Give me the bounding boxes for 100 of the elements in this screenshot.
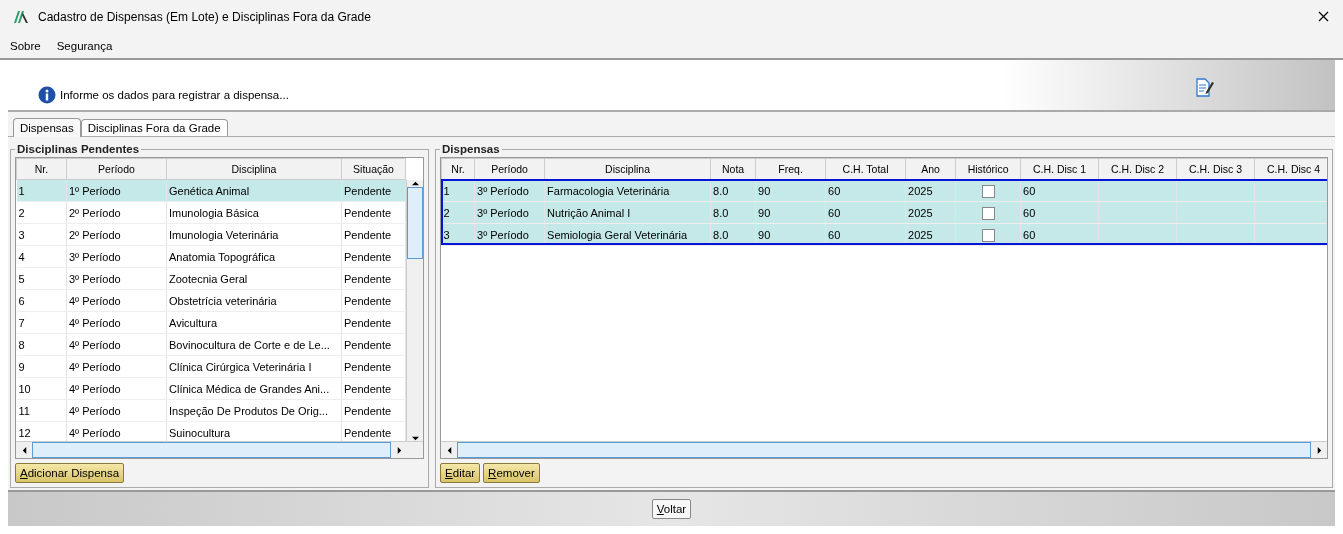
app-logo-icon — [14, 10, 28, 23]
remove-button[interactable]: Remover — [483, 463, 540, 484]
table-cell: Nutrição Animal I — [544, 201, 711, 224]
table-cell: 7 — [16, 311, 67, 334]
column-header[interactable]: Nota — [710, 158, 756, 180]
table-cell: Imunologia Veterinária — [166, 223, 342, 246]
checkbox[interactable] — [981, 206, 995, 220]
table-cell: 60 — [825, 179, 906, 202]
table-cell: 11 — [16, 399, 67, 422]
column-header[interactable]: C.H. Disc 2 — [1098, 158, 1177, 180]
menu-item[interactable]: Segurança — [56, 39, 113, 52]
table-cell: 2025 — [905, 201, 956, 224]
table-cell: 4º Período — [66, 399, 167, 422]
table-row[interactable]: 10 4º Período Clínica Médica de Grandes Ani... Pendente — [16, 377, 406, 400]
table-row[interactable]: 3 2º Período Imunologia Veterinária Pendente — [16, 223, 406, 246]
tab[interactable]: Disciplinas Fora da Grade — [80, 119, 228, 137]
table-row[interactable]: 1 3º Período Farmacologia Veterinária 8.0 90 60 2025 60 — [441, 179, 1327, 202]
horizontal-scrollbar[interactable] — [441, 441, 1327, 459]
table-cell: 4 — [16, 245, 67, 268]
table-cell: Pendente — [341, 289, 406, 312]
table-cell: Pendente — [341, 179, 406, 202]
column-header[interactable]: Nr. — [441, 158, 475, 180]
window-title: Cadastro de Dispensas (Em Lote) e Disciplinas Fora da Grade — [38, 9, 372, 24]
vertical-scrollbar[interactable] — [406, 180, 424, 443]
table-cell: 60 — [825, 223, 906, 246]
table-cell: 60 — [1020, 201, 1099, 224]
column-header[interactable]: C.H. Disc 3 — [1176, 158, 1255, 180]
table-cell: 3º Período — [66, 245, 167, 268]
table-row[interactable]: 1 1º Período Genética Animal Pendente — [16, 179, 406, 202]
table-row[interactable]: 2 3º Período Nutrição Animal I 8.0 90 60 2025 60 — [441, 201, 1327, 224]
table-cell: 9 — [16, 355, 67, 378]
column-header[interactable]: Disciplina — [166, 158, 342, 180]
table-cell: Clínica Médica de Grandes Ani... — [166, 377, 342, 400]
table-row[interactable]: 8 4º Período Bovinocultura de Corte e de Le... Pendente — [16, 333, 406, 356]
table-cell: 4º Período — [66, 377, 167, 400]
column-header[interactable]: Período — [474, 158, 545, 180]
panel-title: Dispensas — [441, 143, 501, 156]
table-cell: 4º Período — [66, 289, 167, 312]
table-cell: 1 — [441, 179, 475, 202]
table-cell: Pendente — [341, 311, 406, 334]
table-row[interactable]: 11 4º Período Inspeção De Produtos De Orig... Pendente — [16, 399, 406, 422]
table-cell: 3 — [16, 223, 67, 246]
table-cell: 2025 — [905, 179, 956, 202]
table-cell: 60 — [825, 201, 906, 224]
table-cell: Pendente — [341, 333, 406, 356]
table-cell: 10 — [16, 377, 67, 400]
table-cell: Avicultura — [166, 311, 342, 334]
column-header[interactable]: Histórico — [955, 158, 1021, 180]
scroll-down-icon[interactable] — [411, 435, 419, 443]
table-cell: Inspeção De Produtos De Orig... — [166, 399, 342, 422]
table-row[interactable]: 9 4º Período Clínica Cirúrgica Veterinária I Pendente — [16, 355, 406, 378]
scroll-left-icon[interactable] — [445, 446, 453, 454]
table-row[interactable]: 4 3º Período Anatomia Topográfica Pendente — [16, 245, 406, 268]
horizontal-scrollbar[interactable] — [16, 441, 424, 459]
table-cell: 90 — [755, 179, 826, 202]
table-row[interactable]: 7 4º Período Avicultura Pendente — [16, 311, 406, 334]
column-header[interactable]: C.H. Disc 4 — [1254, 158, 1327, 180]
column-header[interactable]: Situação — [341, 158, 406, 180]
column-header[interactable]: Ano — [905, 158, 956, 180]
table-cell: 60 — [1020, 179, 1099, 202]
table-cell: 3º Período — [66, 267, 167, 290]
table-cell: Pendente — [341, 355, 406, 378]
add-button[interactable]: Adicionar Dispensa — [15, 463, 125, 484]
table-cell: Clínica Cirúrgica Veterinária I — [166, 355, 342, 378]
table-cell: Farmacologia Veterinária — [544, 179, 711, 202]
menu-item[interactable]: Sobre — [10, 39, 41, 52]
column-header[interactable]: Disciplina — [544, 158, 711, 180]
table-cell: Bovinocultura de Corte e de Le... — [166, 333, 342, 356]
table-cell: 2025 — [905, 223, 956, 246]
table-row[interactable]: 6 4º Período Obstetrícia veterinária Pendente — [16, 289, 406, 312]
column-header[interactable]: Nr. — [16, 158, 67, 180]
scroll-right-icon[interactable] — [1315, 446, 1323, 454]
table-cell: Pendente — [341, 399, 406, 422]
table-cell: 1 — [16, 179, 67, 202]
edit-button[interactable]: Editar — [440, 463, 481, 484]
table-cell: 60 — [1020, 223, 1099, 246]
back-button[interactable]: Voltar — [651, 499, 692, 520]
table-cell: Obstetrícia veterinária — [166, 289, 342, 312]
table-cell: 2 — [441, 201, 475, 224]
table-cell: 2º Período — [66, 201, 167, 224]
table-cell: Pendente — [341, 223, 406, 246]
table-cell: Zootecnia Geral — [166, 267, 342, 290]
panel-title: Disciplinas Pendentes — [16, 143, 141, 156]
checkbox[interactable] — [981, 228, 995, 242]
scroll-left-icon[interactable] — [20, 446, 28, 454]
table-row[interactable]: 2 2º Período Imunologia Básica Pendente — [16, 201, 406, 224]
table-row[interactable]: 5 3º Período Zootecnia Geral Pendente — [16, 267, 406, 290]
table-cell: 4º Período — [66, 311, 167, 334]
column-header[interactable]: Período — [66, 158, 167, 180]
checkbox[interactable] — [981, 184, 995, 198]
scroll-right-icon[interactable] — [395, 446, 403, 454]
table-cell: Genética Animal — [166, 179, 342, 202]
column-header[interactable]: C.H. Total — [825, 158, 906, 180]
tab[interactable]: Dispensas — [13, 118, 81, 138]
column-header[interactable]: C.H. Disc 1 — [1020, 158, 1099, 180]
info-icon — [38, 86, 56, 105]
table-cell: 8.0 — [710, 179, 756, 202]
info-message: Informe os dados para registrar a dispensa... — [60, 89, 289, 102]
column-header[interactable]: Freq. — [755, 158, 826, 180]
table-cell: 90 — [755, 201, 826, 224]
